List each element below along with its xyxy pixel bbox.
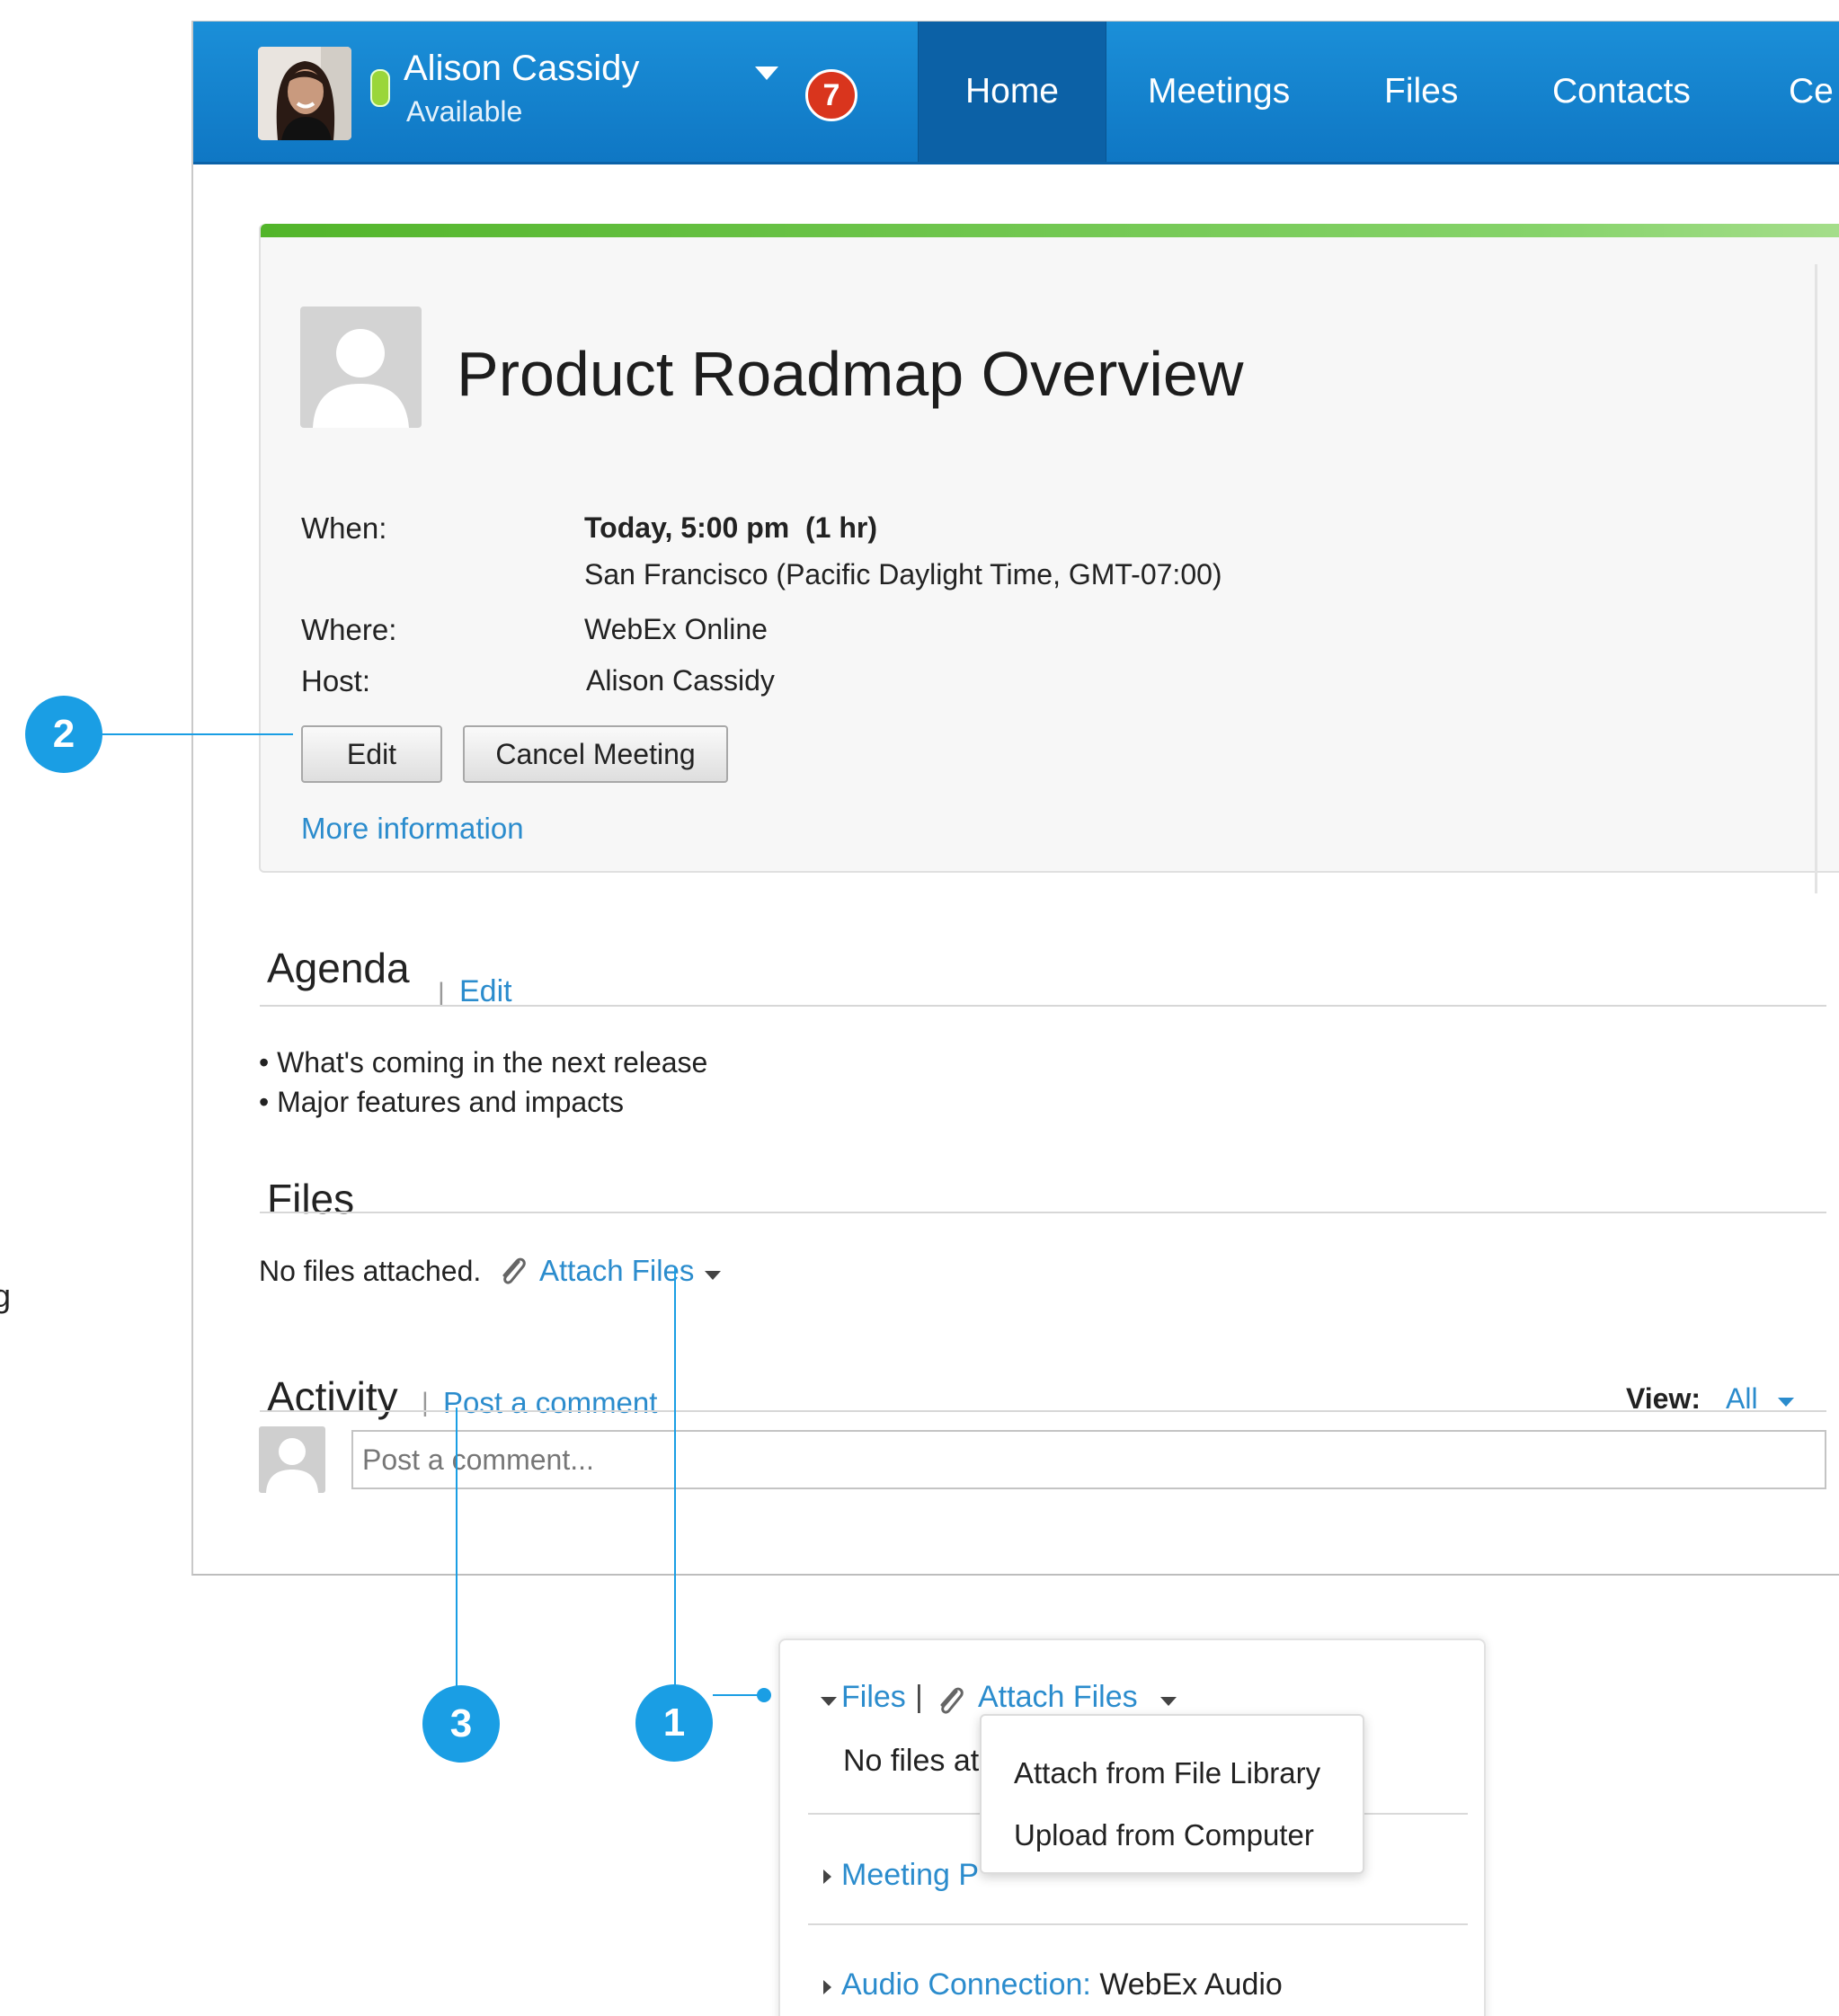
- agenda-separator: |: [438, 978, 445, 1008]
- meeting-details-card: Product Roadmap Overview When: Today, 5:…: [259, 224, 1839, 873]
- meeting-title: Product Roadmap Overview: [457, 339, 1244, 409]
- where-label: Where:: [301, 613, 397, 646]
- callout-line-2: [102, 733, 293, 735]
- user-photo-icon: [258, 47, 351, 140]
- attach-files-dropdown-menu: Attach from File Library Upload from Com…: [980, 1714, 1364, 1874]
- files-expanded-icon[interactable]: [821, 1697, 837, 1706]
- callout-line-1-endpoint: [757, 1688, 771, 1702]
- tab-home[interactable]: Home: [918, 22, 1106, 162]
- menu-item-upload-from-computer[interactable]: Upload from Computer: [1014, 1818, 1314, 1852]
- paperclip-icon: [502, 1257, 526, 1284]
- post-comment-input[interactable]: [351, 1430, 1826, 1489]
- when-value: Today, 5:00 pm (1 hr): [584, 511, 877, 544]
- audio-connection-row[interactable]: Audio Connection: WebEx Audio: [841, 1967, 1283, 2003]
- inset-paperclip-icon: [940, 1687, 964, 1714]
- post-comment-link[interactable]: Post a comment: [443, 1386, 657, 1420]
- callout-marker-2: 2: [25, 696, 102, 773]
- commenter-avatar-placeholder-icon: [259, 1426, 325, 1493]
- tab-cut-off[interactable]: Ce: [1789, 22, 1834, 162]
- card-right-edge: [1815, 264, 1817, 893]
- callout-marker-3: 3: [422, 1685, 500, 1763]
- audio-connection-value: WebEx Audio: [1090, 1967, 1283, 2002]
- activity-separator: |: [422, 1388, 429, 1417]
- inset-meeting-link[interactable]: Meeting P: [841, 1858, 979, 1893]
- tab-files[interactable]: Files: [1384, 22, 1458, 162]
- agenda-item: • Major features and impacts: [259, 1086, 625, 1118]
- host-label: Host:: [301, 664, 371, 697]
- edge-text-fragment: g: [0, 1277, 12, 1314]
- notification-count-badge[interactable]: 7: [805, 69, 857, 121]
- files-heading: Files: [267, 1176, 355, 1222]
- webex-meeting-window: Alison Cassidy Available 7 Home Meetings…: [191, 21, 1839, 1576]
- user-menu-chevron-down-icon[interactable]: [755, 67, 778, 80]
- view-filter-chevron-down-icon[interactable]: [1778, 1398, 1794, 1407]
- audio-section-collapsed-icon[interactable]: [823, 1980, 831, 1994]
- when-label: When:: [301, 511, 387, 545]
- meeting-section-collapsed-icon[interactable]: [823, 1869, 831, 1884]
- edit-meeting-button[interactable]: Edit: [301, 725, 442, 783]
- inset-divider: [808, 1923, 1468, 1925]
- inset-no-files-text: No files at: [843, 1744, 980, 1778]
- callout-line-3-vertical: [456, 1408, 458, 1688]
- agenda-divider: [260, 1005, 1826, 1007]
- activity-divider: [260, 1410, 1826, 1412]
- user-availability-status: Available: [406, 95, 523, 128]
- more-information-link[interactable]: More information: [301, 812, 524, 846]
- activity-heading: Activity: [267, 1373, 398, 1420]
- callout-marker-1: 1: [635, 1684, 713, 1762]
- host-value: Alison Cassidy: [586, 664, 775, 697]
- inset-files-link[interactable]: Files: [841, 1680, 906, 1715]
- user-avatar[interactable]: [258, 47, 351, 140]
- card-accent-bar: [261, 224, 1839, 237]
- agenda-item: • What's coming in the next release: [259, 1046, 708, 1079]
- callout-line-1-horizontal: [713, 1694, 760, 1696]
- timezone-value: San Francisco (Pacific Daylight Time, GM…: [584, 558, 1222, 591]
- callout-line-1-vertical: [674, 1267, 676, 1685]
- inset-separator: |: [915, 1680, 923, 1714]
- inset-attach-files-link[interactable]: Attach Files: [978, 1680, 1138, 1715]
- inset-attach-chevron-down-icon[interactable]: [1160, 1697, 1177, 1706]
- agenda-heading: Agenda: [267, 945, 410, 991]
- files-divider: [260, 1212, 1826, 1213]
- attach-files-chevron-down-icon[interactable]: [705, 1271, 721, 1280]
- tab-contacts[interactable]: Contacts: [1552, 22, 1691, 162]
- cancel-meeting-button[interactable]: Cancel Meeting: [463, 725, 728, 783]
- top-navigation-bar: Alison Cassidy Available 7 Home Meetings…: [193, 22, 1839, 164]
- tab-meetings[interactable]: Meetings: [1148, 22, 1290, 162]
- where-value: WebEx Online: [584, 613, 768, 645]
- menu-item-attach-from-library[interactable]: Attach from File Library: [1014, 1756, 1320, 1790]
- audio-connection-label[interactable]: Audio Connection:: [841, 1967, 1091, 2002]
- host-avatar-placeholder-icon: [300, 306, 422, 428]
- user-name[interactable]: Alison Cassidy: [404, 49, 639, 89]
- presence-status-icon: [370, 69, 390, 107]
- no-files-text: No files attached.: [259, 1255, 482, 1287]
- attach-files-link[interactable]: Attach Files: [539, 1254, 694, 1288]
